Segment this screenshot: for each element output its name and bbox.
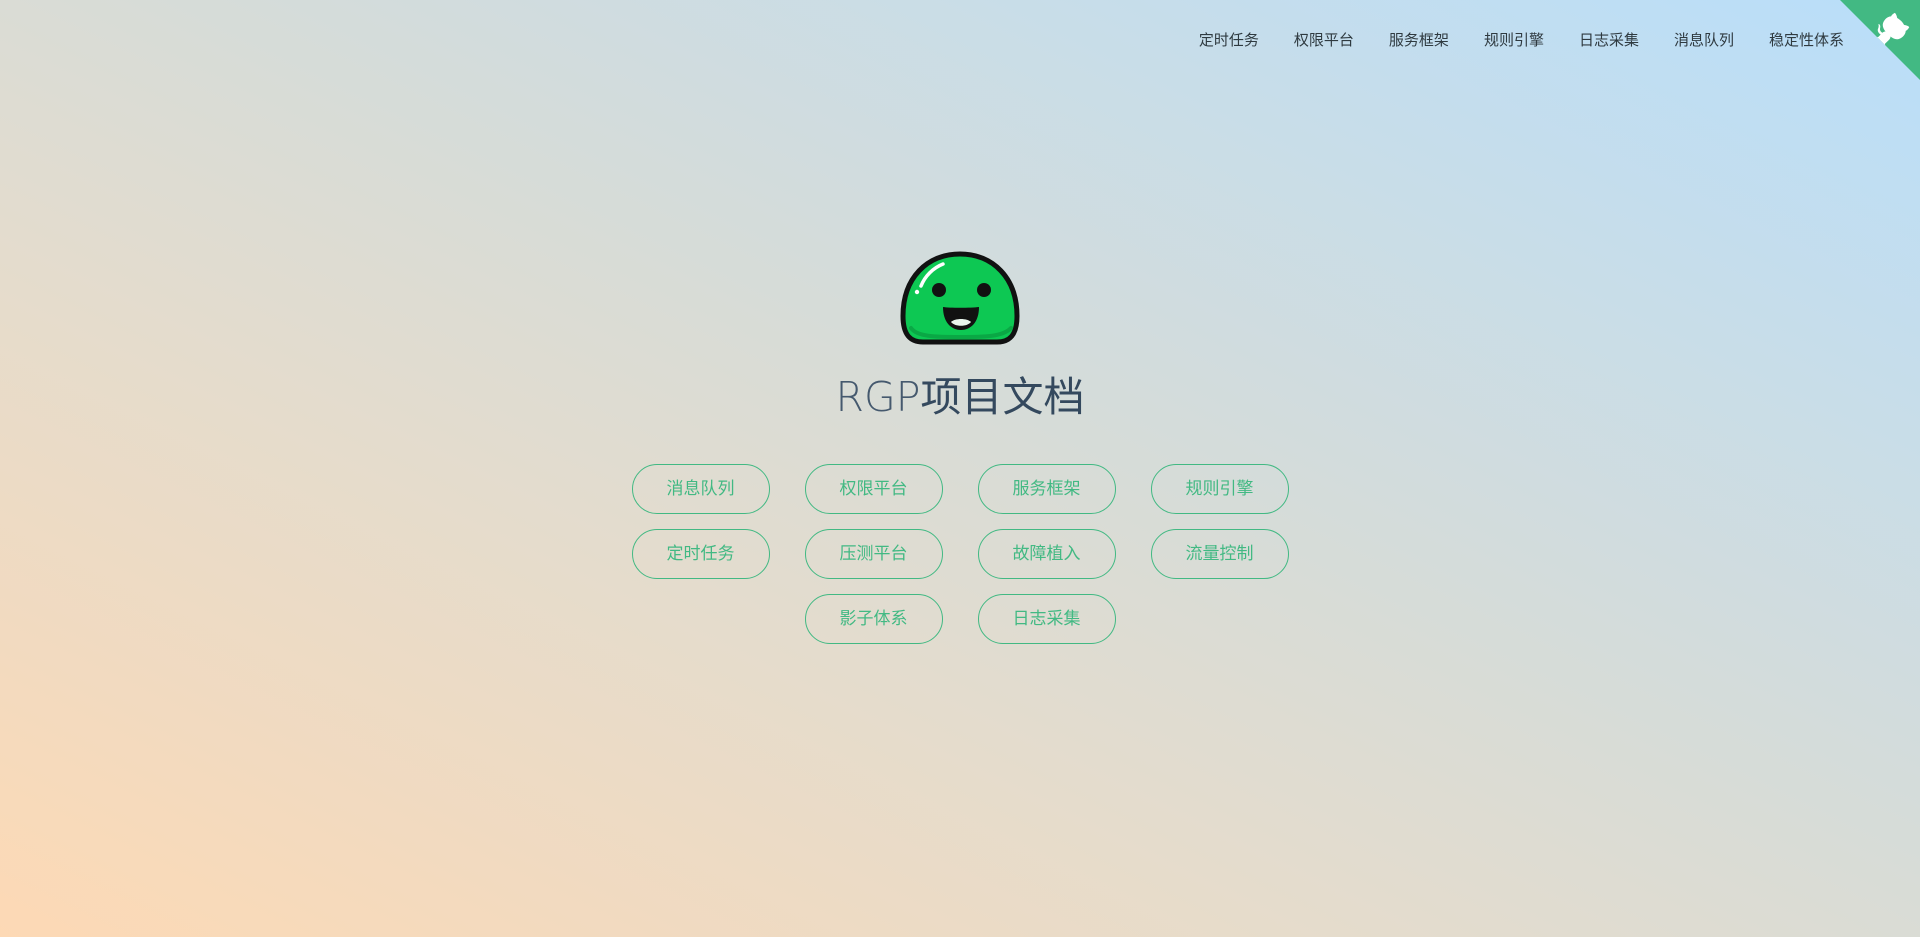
page-title: RGP项目文档 <box>0 370 1920 424</box>
nav-item-permission-platform[interactable]: 权限平台 <box>1294 28 1354 52</box>
nav-item-rule-engine[interactable]: 规则引擎 <box>1484 28 1544 52</box>
github-corner-link[interactable] <box>1840 0 1920 80</box>
title-cjk: 项目文档 <box>920 373 1085 421</box>
cover-section: RGP项目文档 消息队列 权限平台 服务框架 规则引擎 定时任务 压测平台 故障… <box>0 248 1920 644</box>
button-traffic-control[interactable]: 流量控制 <box>1150 529 1289 579</box>
nav-item-service-framework[interactable]: 服务框架 <box>1389 28 1449 52</box>
top-nav: 定时任务 权限平台 服务框架 规则引擎 日志采集 消息队列 稳定性体系 <box>1164 28 1844 52</box>
green-slime-mascot-icon <box>900 251 1020 345</box>
button-service-framework[interactable]: 服务框架 <box>977 464 1116 514</box>
button-message-queue[interactable]: 消息队列 <box>631 464 770 514</box>
quick-link-buttons: 消息队列 权限平台 服务框架 规则引擎 定时任务 压测平台 故障植入 流量控制 … <box>610 464 1310 644</box>
button-stress-test-platform[interactable]: 压测平台 <box>804 529 943 579</box>
button-permission-platform[interactable]: 权限平台 <box>804 464 943 514</box>
nav-item-log-collection[interactable]: 日志采集 <box>1579 28 1639 52</box>
button-rule-engine[interactable]: 规则引擎 <box>1150 464 1289 514</box>
github-cat-icon <box>1840 0 1920 80</box>
button-shadow-system[interactable]: 影子体系 <box>804 594 943 644</box>
title-latin: RGP <box>835 373 921 421</box>
nav-item-scheduled-tasks[interactable]: 定时任务 <box>1199 28 1259 52</box>
nav-item-message-queue[interactable]: 消息队列 <box>1674 28 1734 52</box>
button-fault-injection[interactable]: 故障植入 <box>977 529 1116 579</box>
button-log-collection[interactable]: 日志采集 <box>977 594 1116 644</box>
nav-item-stability-system[interactable]: 稳定性体系 <box>1769 28 1844 52</box>
button-scheduled-tasks[interactable]: 定时任务 <box>631 529 770 579</box>
